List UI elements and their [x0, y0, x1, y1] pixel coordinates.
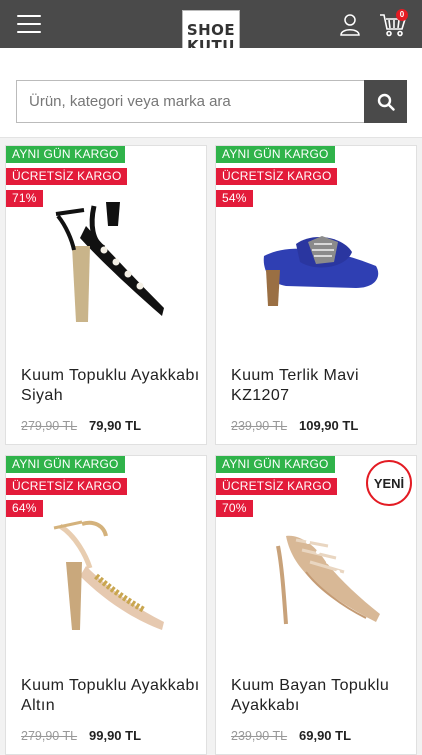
product-image[interactable]	[256, 506, 386, 646]
product-image[interactable]	[256, 196, 386, 336]
same-day-shipping-badge: AYNI GÜN KARGO	[6, 146, 125, 163]
product-name[interactable]: Kuum Terlik Mavi KZ1207	[231, 366, 411, 406]
cart-count-badge: 0	[396, 9, 408, 21]
price: 79,90 TL	[89, 418, 142, 433]
discount-badge: 64%	[6, 500, 43, 517]
same-day-shipping-badge: AYNI GÜN KARGO	[6, 456, 125, 473]
discount-badge: 71%	[6, 190, 43, 207]
product-card[interactable]: AYNI GÜN KARGO ÜCRETSİZ KARGO 64% Kuum T…	[5, 455, 207, 755]
new-badge: YENİ	[366, 460, 412, 506]
discount-badge: 54%	[216, 190, 253, 207]
search-button[interactable]	[364, 80, 407, 123]
price: 109,90 TL	[299, 418, 359, 433]
price: 99,90 TL	[89, 728, 142, 743]
product-image[interactable]	[46, 196, 176, 336]
free-shipping-badge: ÜCRETSİZ KARGO	[6, 478, 128, 495]
discount-badge: 70%	[216, 500, 253, 517]
product-name[interactable]: Kuum Topuklu Ayakkabı Siyah	[21, 366, 201, 406]
search-input[interactable]	[16, 80, 364, 123]
free-shipping-badge: ÜCRETSİZ KARGO	[216, 478, 338, 495]
product-image[interactable]	[46, 506, 176, 646]
same-day-shipping-badge: AYNI GÜN KARGO	[216, 456, 335, 473]
same-day-shipping-badge: AYNI GÜN KARGO	[216, 146, 335, 163]
user-icon[interactable]	[338, 12, 362, 36]
old-price: 239,90 TL	[231, 419, 288, 433]
search-icon	[377, 93, 395, 111]
product-name[interactable]: Kuum Topuklu Ayakkabı Altın	[21, 676, 201, 716]
product-card[interactable]: AYNI GÜN KARGO ÜCRETSİZ KARGO 71% Kuum T…	[5, 145, 207, 445]
old-price: 279,90 TL	[21, 729, 78, 743]
search-area	[0, 48, 422, 138]
product-card[interactable]: AYNI GÜN KARGO ÜCRETSİZ KARGO 70% YENİ K…	[215, 455, 417, 755]
free-shipping-badge: ÜCRETSİZ KARGO	[6, 168, 128, 185]
product-card[interactable]: AYNI GÜN KARGO ÜCRETSİZ KARGO 54% Kuum T…	[215, 145, 417, 445]
product-name[interactable]: Kuum Bayan Topuklu Ayakkabı	[231, 676, 411, 716]
menu-icon[interactable]	[17, 15, 41, 33]
old-price: 239,90 TL	[231, 729, 288, 743]
old-price: 279,90 TL	[21, 419, 78, 433]
price: 69,90 TL	[299, 728, 352, 743]
free-shipping-badge: ÜCRETSİZ KARGO	[216, 168, 338, 185]
